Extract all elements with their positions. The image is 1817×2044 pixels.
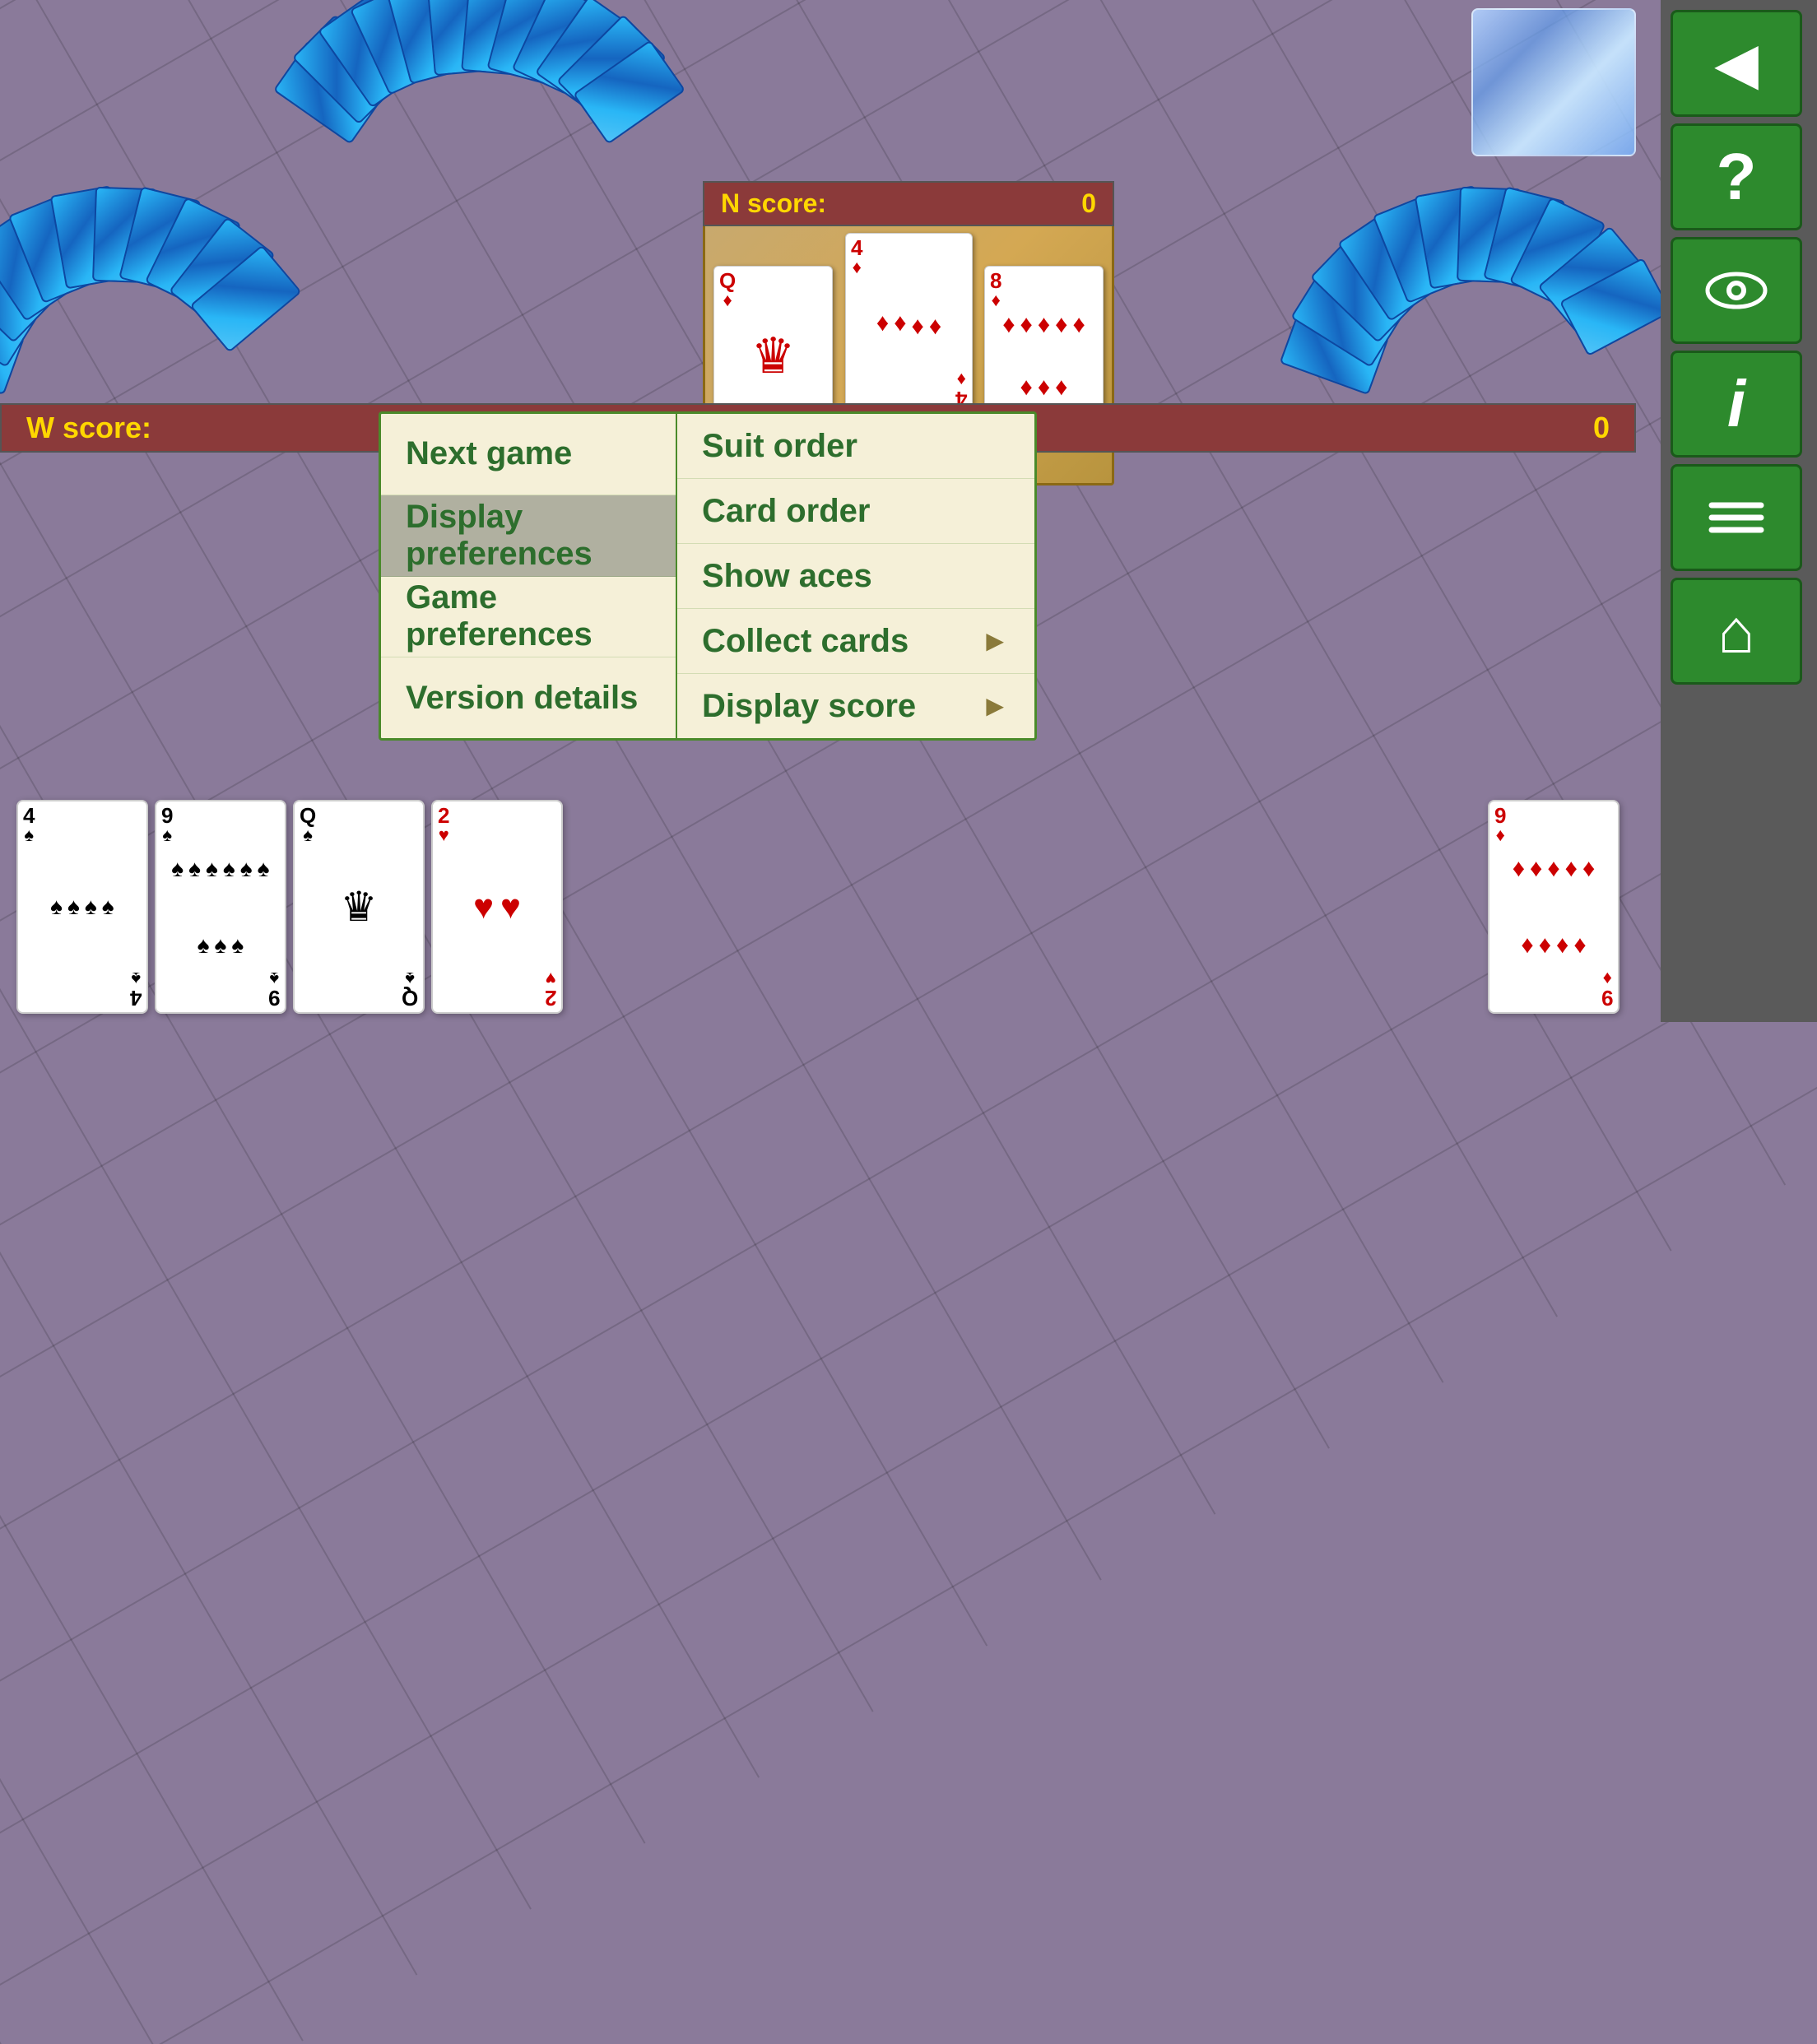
hand-card-9-spades[interactable]: 9 ♠ ♠ ♠ ♠ ♠ ♠ ♠ ♠ ♠ ♠ 9 ♠ [155, 800, 286, 1014]
player-hand: 4 ♠ ♠ ♠ ♠ ♠ 4 ♠ 9 ♠ ♠ ♠ ♠ ♠ ♠ ♠ ♠ ♠ ♠ [0, 775, 1636, 1022]
display-score-arrow: ► [980, 689, 1010, 723]
hand-card-2-hearts[interactable]: 2 ♥ ♥ ♥ 2 ♥ [431, 800, 563, 1014]
menu-item-game-preferences[interactable]: Game preferences [381, 577, 676, 658]
card-4-diamonds[interactable]: 4 ♦ ♦ ♦ ♦ ♦ 4 ♦ [845, 233, 973, 414]
right-sidebar: ◀ ? i ⌂ [1661, 0, 1817, 1022]
home-button[interactable]: ⌂ [1671, 578, 1802, 685]
menu-item-collect-cards[interactable]: Collect cards ► [677, 609, 1034, 674]
collect-cards-arrow: ► [980, 624, 1010, 658]
menu-item-display-preferences[interactable]: Display preferences [381, 495, 676, 577]
menu-lines-button[interactable] [1671, 464, 1802, 571]
menu-item-show-aces[interactable]: Show aces [677, 544, 1034, 609]
north-score-bar: N score: 0 [703, 181, 1114, 226]
help-button[interactable]: ? [1671, 123, 1802, 230]
left-card-fan [0, 173, 280, 411]
hand-card-4-spades[interactable]: 4 ♠ ♠ ♠ ♠ ♠ 4 ♠ [16, 800, 148, 1014]
hand-card-q-spades[interactable]: Q ♠ ♛ Q ♠ [293, 800, 425, 1014]
menu-right-panel: Suit order Card order Show aces Collect … [677, 414, 1034, 738]
context-menu: Next game Display preferences Game prefe… [379, 411, 1037, 741]
menu-item-version-details[interactable]: Version details [381, 657, 676, 738]
eye-button[interactable] [1671, 237, 1802, 344]
west-score-label: W score: [26, 411, 151, 445]
info-button[interactable]: i [1671, 351, 1802, 458]
top-right-card-image [1471, 8, 1636, 156]
north-score-label: N score: [721, 188, 826, 219]
menu-item-next-game[interactable]: Next game [381, 414, 676, 495]
menu-left-panel: Next game Display preferences Game prefe… [381, 414, 677, 738]
north-score-value: 0 [1081, 188, 1096, 219]
menu-item-card-order[interactable]: Card order [677, 479, 1034, 544]
hand-card-9-diamonds[interactable]: 9 ♦ ♦ ♦ ♦ ♦ ♦ ♦ ♦ ♦ ♦ 9 ♦ [1488, 800, 1620, 1014]
west-score-value: 0 [1593, 411, 1610, 445]
menu-item-display-score[interactable]: Display score ► [677, 674, 1034, 738]
right-card-fan [1331, 173, 1644, 411]
menu-item-suit-order[interactable]: Suit order [677, 414, 1034, 479]
back-button[interactable]: ◀ [1671, 10, 1802, 117]
top-card-fan [321, 0, 683, 173]
